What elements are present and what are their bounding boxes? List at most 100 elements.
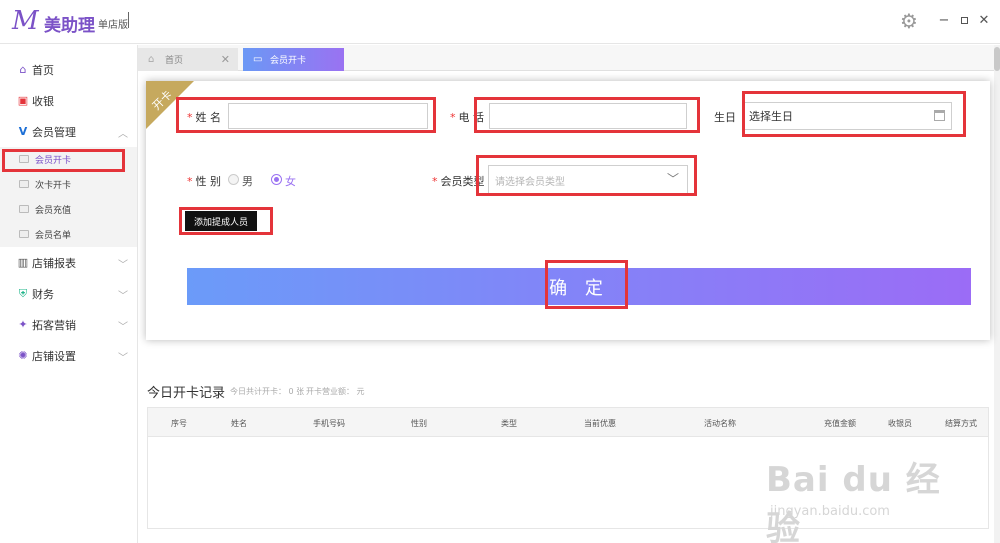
sidebar-item-member-recharge[interactable]: 会员充值 <box>0 197 137 222</box>
card-icon <box>19 180 29 188</box>
sidebar-item-label: 首页 <box>32 64 54 77</box>
chevron-down-icon: ﹀ <box>666 172 679 186</box>
sidebar-item-times-card[interactable]: 次卡开卡 <box>0 172 137 197</box>
minimize-button[interactable]: − <box>937 12 951 30</box>
scrollbar-thumb[interactable] <box>994 47 1000 71</box>
shield-icon: ⛨ <box>18 287 28 300</box>
member-type-label: * 会员类型 <box>432 173 485 189</box>
member-submenu: 会员开卡 次卡开卡 会员充值 会员名单 <box>0 147 137 247</box>
sidebar-item-label: 会员开卡 <box>35 156 72 166</box>
baidu-watermark: Bai du 经验 jingyan.baidu.com <box>762 452 962 543</box>
calendar-icon[interactable] <box>934 110 945 121</box>
name-input[interactable] <box>228 103 428 129</box>
recharge-icon <box>19 205 29 213</box>
gender-male-label[interactable]: 男 <box>242 173 253 189</box>
col-type: 类型 <box>501 419 517 428</box>
today-card-revenue: 开卡营业额： 元 <box>306 387 365 396</box>
sidebar-item-label: 财务 <box>32 288 54 301</box>
gender-label: * 性 别 <box>187 173 221 189</box>
title-divider <box>128 12 129 28</box>
bar-chart-icon: ▥ <box>17 256 29 269</box>
name-label: * 姓 名 <box>187 109 221 125</box>
sidebar-item-label: 会员名单 <box>35 231 72 241</box>
sidebar-item-label: 店铺设置 <box>32 350 76 363</box>
birthday-input[interactable] <box>744 102 952 130</box>
sidebar: ⌂ 首页 ▣ 收银 V 会员管理 ︿ 会员开卡 次卡开卡 会员充值 会员名单 ▥… <box>0 45 138 543</box>
table-header: 序号 姓名 手机号码 性别 类型 当前优惠 活动名称 充值金额 收银员 结算方式 <box>148 408 988 437</box>
required-mark: * <box>187 111 193 124</box>
sidebar-item-store-settings[interactable]: ✺ 店铺设置 ﹀ <box>0 341 137 371</box>
sidebar-item-member-open-card[interactable]: 会员开卡 <box>0 147 137 172</box>
col-recharge-amount: 充值金额 <box>824 419 856 428</box>
chevron-up-icon: ︿ <box>118 128 128 140</box>
cashier-icon: ▣ <box>17 94 29 107</box>
gear-icon[interactable]: ⚙ <box>898 10 920 32</box>
tab-member-open-card[interactable]: ▭ 会员开卡 <box>243 48 344 71</box>
app-edition: 单店版 <box>98 20 128 31</box>
card-icon: ▭ <box>253 54 263 65</box>
home-icon: ⌂ <box>19 63 27 76</box>
required-mark: * <box>450 111 456 124</box>
card-icon <box>19 155 29 163</box>
sidebar-item-cashier[interactable]: ▣ 收银 <box>0 86 137 116</box>
chevron-down-icon: ﹀ <box>118 321 128 333</box>
sidebar-item-label: 会员管理 <box>32 126 76 139</box>
marketing-icon: ✦ <box>18 318 28 331</box>
name-label-text: 姓 名 <box>195 111 222 124</box>
add-commission-staff-button[interactable]: 添加提成人员 <box>185 211 257 231</box>
sidebar-item-store-report[interactable]: ▥ 店铺报表 ﹀ <box>0 248 137 278</box>
gender-female-label[interactable]: 女 <box>285 173 296 189</box>
col-discount: 当前优惠 <box>584 419 616 428</box>
phone-label-text: 电 话 <box>458 111 485 124</box>
sidebar-item-member-management[interactable]: V 会员管理 ︿ <box>0 117 137 147</box>
sidebar-item-label: 收银 <box>32 95 54 108</box>
today-card-count: 今日共计开卡： 0 张 <box>230 387 305 396</box>
chevron-down-icon: ﹀ <box>118 352 128 364</box>
chevron-down-icon: ﹀ <box>118 290 128 302</box>
col-payment-method: 结算方式 <box>945 419 977 428</box>
birthday-label: 生日 <box>714 111 736 124</box>
sidebar-item-member-list[interactable]: 会员名单 <box>0 222 137 247</box>
sidebar-item-label: 次卡开卡 <box>35 181 72 191</box>
col-activity: 活动名称 <box>704 419 736 428</box>
col-name: 姓名 <box>231 419 247 428</box>
sidebar-item-finance[interactable]: ⛨ 财务 ﹀ <box>0 279 137 309</box>
phone-input[interactable] <box>489 103 687 129</box>
col-cashier: 收银员 <box>888 419 912 428</box>
sidebar-item-label: 拓客营销 <box>32 319 76 332</box>
tab-bar: ⌂ 首页 ✕ ▭ 会员开卡 <box>138 45 994 71</box>
settings-icon: ✺ <box>18 349 28 362</box>
home-icon: ⌂ <box>148 54 155 65</box>
maximize-icon <box>960 17 968 24</box>
member-type-placeholder: 请选择会员类型 <box>495 177 565 188</box>
gender-female-radio[interactable] <box>271 174 282 185</box>
confirm-button[interactable]: 确 定 <box>187 268 971 305</box>
required-mark: * <box>187 175 193 188</box>
gender-male-radio[interactable] <box>228 174 239 185</box>
watermark-url: jingyan.baidu.com <box>770 504 890 519</box>
app-name: 美助理 <box>44 16 95 36</box>
member-type-select[interactable]: 请选择会员类型 ﹀ <box>488 165 688 194</box>
tab-label: 首页 <box>165 56 184 66</box>
today-records-title: 今日开卡记录 <box>147 386 226 401</box>
sidebar-item-marketing[interactable]: ✦ 拓客营销 ﹀ <box>0 310 137 340</box>
watermark-main: Bai du 经验 <box>766 460 941 543</box>
sidebar-item-label: 会员充值 <box>35 206 72 216</box>
required-mark: * <box>432 175 438 188</box>
app-logo: M <box>12 6 39 36</box>
phone-label: * 电 话 <box>450 109 484 125</box>
open-card-form: 开卡 *姓 名 *电 话 生日 *性 别 男 女 *会员类型 请选择会员类型 ﹀… <box>146 81 990 340</box>
list-icon <box>19 230 29 238</box>
tab-home[interactable]: ⌂ 首页 ✕ <box>138 48 238 71</box>
tab-label: 会员开卡 <box>270 56 307 66</box>
member-type-label-text: 会员类型 <box>440 175 485 188</box>
member-v-icon: V <box>18 125 28 138</box>
col-phone: 手机号码 <box>313 419 345 428</box>
vertical-scrollbar[interactable] <box>994 45 1000 543</box>
gender-label-text: 性 别 <box>195 175 222 188</box>
sidebar-item-home[interactable]: ⌂ 首页 <box>0 55 137 85</box>
maximize-button[interactable] <box>957 12 971 30</box>
close-icon[interactable]: ✕ <box>221 53 230 66</box>
close-button[interactable]: ✕ <box>977 12 991 30</box>
chevron-down-icon: ﹀ <box>118 259 128 271</box>
